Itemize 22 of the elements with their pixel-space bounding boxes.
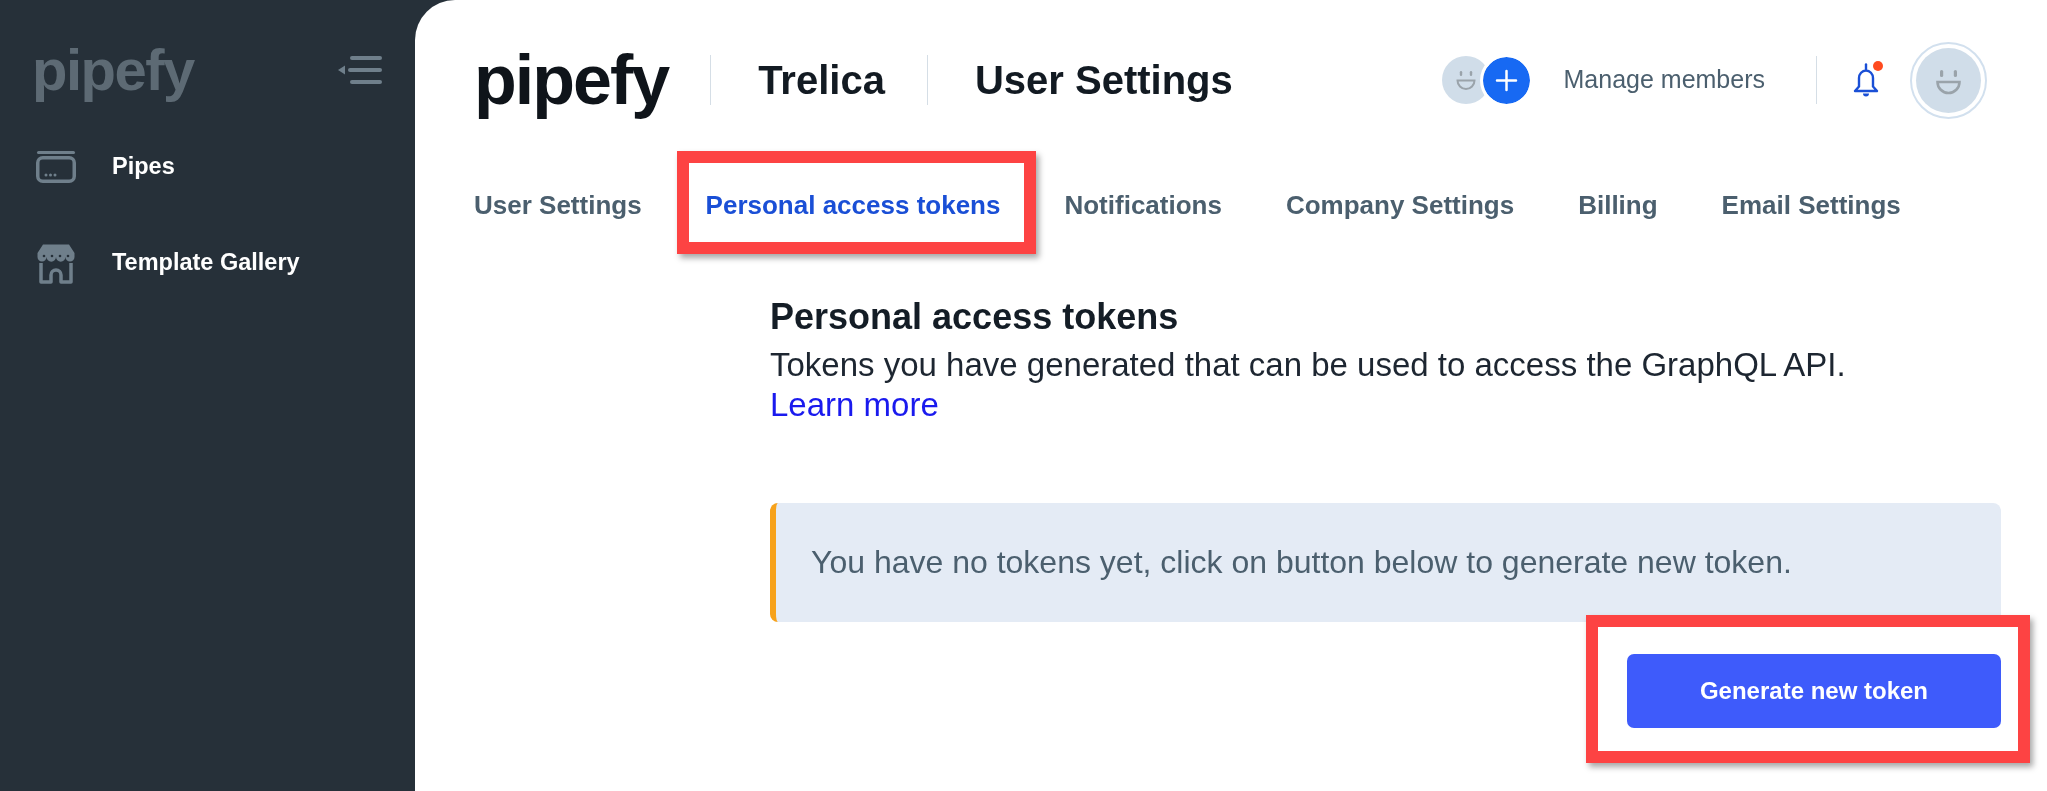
add-member-icon[interactable]: [1482, 56, 1530, 104]
learn-more-link[interactable]: Learn more: [770, 386, 939, 423]
settings-tab[interactable]: Billing: [1578, 180, 1658, 230]
card-icon: [36, 151, 76, 183]
bell-icon[interactable]: [1852, 63, 1880, 97]
empty-state-notice: You have no tokens yet, click on button below to generate new token.: [770, 503, 2001, 622]
organization-title: Trelica: [758, 57, 885, 104]
page-title: User Settings: [974, 57, 1233, 104]
store-icon: [36, 242, 76, 284]
settings-tab[interactable]: Notifications: [1064, 180, 1222, 230]
user-avatar-icon[interactable]: [1910, 41, 1987, 119]
section-title: Personal access tokens: [770, 295, 1180, 338]
settings-tab[interactable]: Email Settings: [1721, 180, 1901, 230]
sidebar-item[interactable]: Template Gallery: [32, 235, 382, 291]
section-description: Tokens you have generated that can be used to access the GraphQL API. Learn more: [770, 345, 1847, 425]
settings-tab[interactable]: Personal access tokens: [705, 180, 1001, 230]
settings-tab[interactable]: Company Settings: [1285, 180, 1515, 230]
generate-token-button[interactable]: Generate new token: [1626, 654, 2001, 728]
settings-tab[interactable]: User Settings: [474, 180, 642, 230]
manage-members-link[interactable]: Manage members: [1563, 61, 1765, 99]
sidebar-item[interactable]: Pipes: [32, 139, 382, 195]
collapse-menu-icon[interactable]: [338, 56, 382, 84]
